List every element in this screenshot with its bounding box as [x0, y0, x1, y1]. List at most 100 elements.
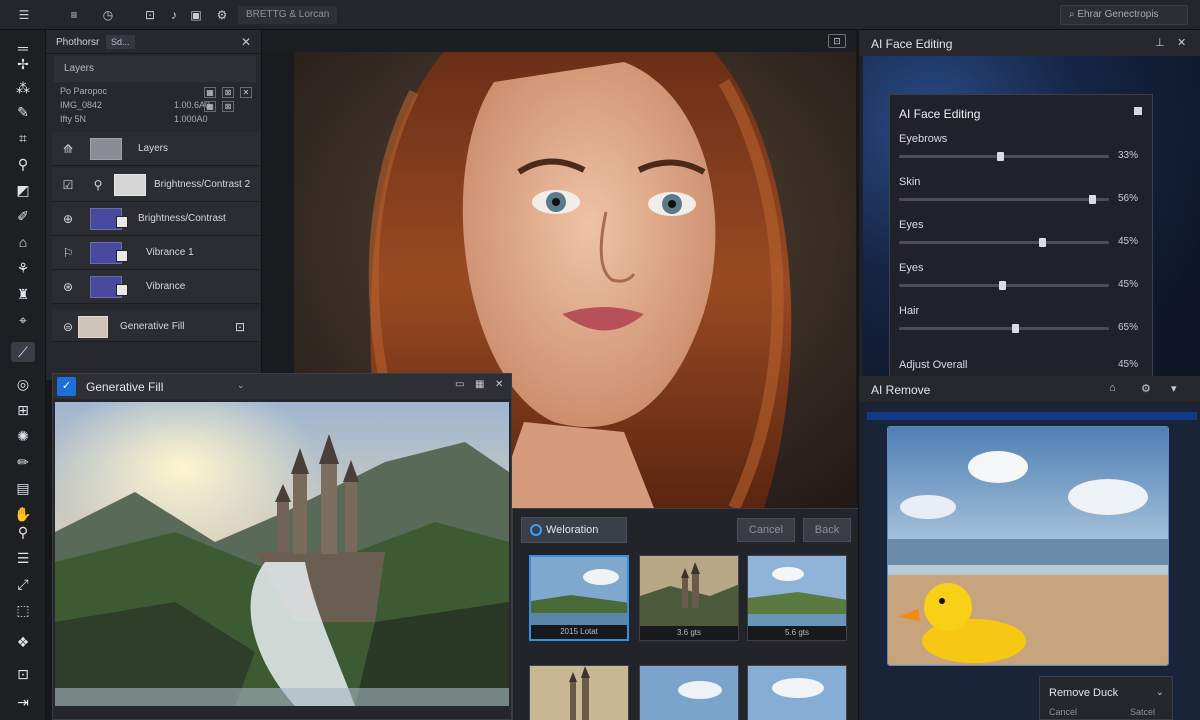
- settings-icon[interactable]: ⚙: [212, 6, 232, 24]
- properties-icon[interactable]: ⊡: [232, 319, 248, 335]
- slider-track[interactable]: [899, 324, 1109, 333]
- hamburger-icon[interactable]: ☰: [14, 6, 34, 24]
- zoom-tool-icon[interactable]: ⚲: [13, 522, 33, 542]
- slider-track[interactable]: [899, 238, 1109, 247]
- music-icon[interactable]: ♪: [164, 6, 184, 24]
- slider-label: Hair: [899, 305, 920, 317]
- cancel-button[interactable]: Cancel: [737, 518, 795, 542]
- beach-illustration: [888, 427, 1168, 665]
- slider-knob[interactable]: [1011, 324, 1019, 333]
- remove-menu[interactable]: Remove Duck ⌄ Cancel Satcel: [1039, 676, 1173, 720]
- progress-bar: [867, 412, 1197, 420]
- slider-track[interactable]: [899, 195, 1109, 204]
- castle-image[interactable]: [55, 402, 509, 706]
- stamp-tool-icon[interactable]: ⚘: [13, 258, 33, 278]
- slider-knob[interactable]: [998, 281, 1006, 290]
- crossed-icon[interactable]: ⊠: [222, 87, 234, 98]
- pen-tool-icon[interactable]: ⟋: [11, 342, 35, 362]
- layer-row[interactable]: ☑ ⚲ Brightness/Contrast 2: [52, 168, 260, 202]
- settings-icon[interactable]: ⚙: [1141, 382, 1151, 395]
- canvas-mode-icon[interactable]: ⊡: [828, 34, 846, 48]
- screen-mode-icon[interactable]: ⊡: [13, 664, 33, 684]
- home-icon[interactable]: ⌂: [13, 232, 33, 252]
- maximize-icon[interactable]: ▦: [475, 379, 484, 390]
- generative-fill-header: ✓ Generative Fill ⌄ ▭ ▦ ✕: [53, 374, 511, 399]
- layer-row[interactable]: ⟰ Layers: [52, 132, 260, 166]
- select-option[interactable]: Satcel: [1130, 707, 1155, 717]
- variation-thumb[interactable]: [639, 665, 739, 720]
- lines-icon[interactable]: ☰: [13, 548, 33, 568]
- shape-tool-icon[interactable]: ⬚: [13, 600, 33, 620]
- face-editing-card: AI Face Editing Eyebrows 33% Skin 56% Ey…: [889, 94, 1153, 384]
- slider-knob[interactable]: [1038, 238, 1046, 247]
- slider-knob[interactable]: [1089, 195, 1097, 204]
- eyedropper-icon[interactable]: ⚲: [13, 154, 33, 174]
- weloration-button[interactable]: Weloration: [521, 517, 627, 543]
- image-icon[interactable]: ▣: [186, 6, 206, 24]
- slider-track[interactable]: [899, 152, 1109, 161]
- hand-tool-icon[interactable]: ✋: [13, 504, 33, 524]
- exit-icon[interactable]: ⇥: [13, 692, 33, 712]
- pin-icon[interactable]: ⊥: [1155, 36, 1165, 49]
- variation-thumb[interactable]: 2015 Lotat: [529, 555, 629, 641]
- info-row: Ifty 5N 1.000A0: [54, 114, 256, 128]
- history-brush-icon[interactable]: ♜: [13, 284, 33, 304]
- slider-value: 45%: [1118, 279, 1139, 290]
- generative-fill-panel: ✓ Generative Fill ⌄ ▭ ▦ ✕: [52, 373, 512, 720]
- clock-icon[interactable]: ◷: [98, 6, 118, 24]
- pin-icon[interactable]: [1134, 107, 1142, 115]
- variation-thumb[interactable]: 5.6 gts: [747, 555, 847, 641]
- frame-tool-icon[interactable]: ◩: [13, 180, 33, 200]
- layer-row[interactable]: ⚐ Vibrance 1: [52, 236, 260, 270]
- overall-label: Adjust Overall: [899, 359, 968, 371]
- close-icon[interactable]: ✕: [241, 35, 251, 49]
- crossed-icon[interactable]: ⊠: [222, 101, 234, 112]
- layer-row[interactable]: ⊛ Vibrance: [52, 270, 260, 304]
- layer-name: Vibrance 1: [146, 247, 194, 258]
- face-editing-header: AI Face Editing ⊥ ✕: [859, 30, 1200, 56]
- slider-knob[interactable]: [996, 152, 1004, 161]
- cancel-option[interactable]: Cancel: [1049, 707, 1077, 717]
- menu-icon[interactable]: ≡: [64, 6, 84, 24]
- lasso-tool-icon[interactable]: ⁂: [13, 78, 33, 98]
- close-icon[interactable]: ✕: [495, 379, 503, 390]
- back-button[interactable]: Back: [803, 518, 851, 542]
- slider-track[interactable]: [899, 281, 1109, 290]
- chevron-down-icon[interactable]: ⌄: [237, 380, 245, 391]
- chevron-down-icon[interactable]: ▾: [1171, 382, 1177, 395]
- magic-wand-icon[interactable]: ✎: [13, 102, 33, 122]
- layer-row[interactable]: ⊕ Brightness/Contrast: [52, 202, 260, 236]
- panel-dropdown[interactable]: Sd...: [106, 35, 135, 49]
- move-tool-icon[interactable]: ✢: [13, 54, 33, 74]
- minimize-icon[interactable]: ▭: [455, 379, 464, 390]
- search-input[interactable]: ⌕ Ehrar Genectropis: [1060, 5, 1188, 25]
- crop-tool-icon[interactable]: ⌗: [13, 128, 33, 148]
- text-tool-icon[interactable]: ▤: [13, 478, 33, 498]
- tab-layers[interactable]: Layers: [54, 56, 256, 82]
- grid-icon[interactable]: ▦: [204, 101, 216, 112]
- layer-name: Vibrance: [146, 281, 186, 292]
- beach-image[interactable]: [887, 426, 1169, 666]
- home-icon[interactable]: ⌂: [1109, 382, 1116, 394]
- brush-tool-icon[interactable]: ✐: [13, 206, 33, 226]
- adjustment-icon: ☑: [62, 178, 74, 192]
- path-tool-icon[interactable]: ⤢: [13, 574, 33, 594]
- dodge-tool-icon[interactable]: ✺: [13, 426, 33, 446]
- frame-icon[interactable]: ⊡: [140, 6, 160, 24]
- blur-tool-icon[interactable]: ⊞: [13, 400, 33, 420]
- info-row: IMG_0842 1.00.6A0 ▦ ⊠: [54, 100, 256, 114]
- variation-thumb[interactable]: [747, 665, 847, 720]
- eraser-tool-icon[interactable]: ⌖: [13, 310, 33, 330]
- variation-thumb[interactable]: 3.6 gts: [639, 555, 739, 641]
- close-small-icon[interactable]: ✕: [240, 87, 252, 98]
- chevron-down-icon[interactable]: ⌄: [1156, 687, 1164, 698]
- pencil-tool-icon[interactable]: ✏: [13, 452, 33, 472]
- variation-thumb[interactable]: [529, 665, 629, 720]
- gradient-tool-icon[interactable]: ◎: [13, 374, 33, 394]
- layer-mask: [116, 284, 128, 296]
- close-icon[interactable]: ✕: [1177, 36, 1186, 49]
- slider-value: 45%: [1118, 236, 1139, 247]
- layer-row[interactable]: ⊜ Generative Fill ⊡: [52, 310, 260, 342]
- chat-icon[interactable]: ❖: [13, 632, 33, 652]
- grid-icon[interactable]: ▦: [204, 87, 216, 98]
